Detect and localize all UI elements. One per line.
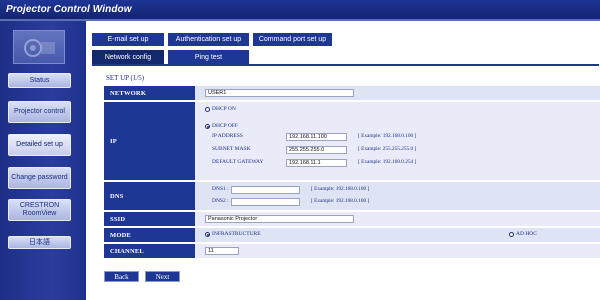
tab-label: E-mail set up: [107, 36, 149, 43]
adhoc-radio[interactable]: [509, 232, 514, 237]
sidebar-item-change-password[interactable]: Change password: [8, 167, 71, 189]
dhcp-off-label: DHCP OFF: [212, 123, 238, 129]
ip-row: IP DHCP ON DHCP OFF IP ADDRESS 192.168.1…: [104, 102, 600, 180]
setup-page-indicator: SET UP (1/5): [106, 74, 145, 82]
next-button-label: Next: [155, 272, 170, 281]
dns2-hint: [ Example: 192.168.0.100 ]: [311, 198, 370, 204]
sidebar-item-crestron-roomview[interactable]: CRESTRON RoomView: [8, 199, 71, 221]
ip-address-hint: [ Example: 192.168.0.100 ]: [358, 133, 417, 139]
dns2-input[interactable]: [231, 198, 300, 206]
infrastructure-label: INFRASTRUCTURE: [212, 231, 261, 237]
sidebar-item-label: Status: [29, 76, 50, 84]
back-button-label: Back: [114, 272, 129, 281]
ssid-label: SSID: [104, 212, 195, 226]
tab-authentication-set-up[interactable]: Authentication set up: [168, 33, 249, 46]
title-underline: [0, 19, 600, 21]
network-label: NETWORK: [104, 86, 195, 100]
channel-label: CHANNEL: [104, 244, 195, 258]
default-gateway-label: DEFAULT GATEWAY: [212, 159, 264, 165]
tab-label: Network config: [104, 53, 152, 61]
ssid-input[interactable]: Panasonic Projector: [205, 215, 354, 223]
next-button[interactable]: Next: [145, 271, 180, 282]
sidebar-item-label: Change password: [11, 174, 68, 181]
tab-email-set-up[interactable]: E-mail set up: [92, 33, 164, 46]
tab-label: Command port set up: [258, 36, 327, 43]
tab-ping-test[interactable]: Ping test: [168, 50, 249, 64]
sidebar-item-projector-control[interactable]: Projector control: [8, 101, 71, 123]
window-title: Projector Control Window: [6, 4, 132, 15]
dns1-input[interactable]: [231, 186, 300, 194]
sidebar-item-label: CRESTRON RoomView: [19, 202, 60, 217]
dhcp-off-radio[interactable]: [205, 124, 210, 129]
mode-row: MODE INFRASTRUCTURE AD HOC: [104, 228, 600, 242]
tab-network-config[interactable]: Network config: [92, 50, 164, 64]
sidebar-item-label: Detailed set up: [16, 141, 63, 148]
tab-underline: [92, 64, 599, 66]
sidebar-item-label: Projector control: [14, 108, 65, 115]
dns-row: DNS DNS1 : [ Example: 192.168.0.100 ] DN…: [104, 182, 600, 210]
dhcp-on-label: DHCP ON: [212, 106, 236, 112]
ip-label: IP: [104, 102, 195, 180]
channel-row: CHANNEL 11: [104, 244, 600, 258]
mode-label: MODE: [104, 228, 195, 242]
dhcp-on-radio[interactable]: [205, 107, 210, 112]
ip-address-label: IP ADDRESS: [212, 133, 243, 139]
network-row: NETWORK USER1: [104, 86, 600, 100]
dns2-label: DNS2 :: [212, 198, 229, 204]
projector-graphic-icon: [24, 39, 55, 57]
channel-input[interactable]: 11: [205, 247, 239, 255]
adhoc-label: AD HOC: [516, 231, 537, 237]
subnet-mask-input[interactable]: 255.255.255.0: [286, 146, 347, 154]
projector-logo-icon: [13, 30, 65, 64]
dns1-hint: [ Example: 192.168.0.100 ]: [311, 186, 370, 192]
tab-label: Authentication set up: [175, 36, 242, 43]
sidebar-item-japanese[interactable]: 日本語: [8, 236, 71, 249]
ip-address-input[interactable]: 192.168.11.100: [286, 133, 347, 141]
infrastructure-radio[interactable]: [205, 232, 210, 237]
default-gateway-hint: [ Example: 192.168.0.254 ]: [358, 159, 417, 165]
sidebar-item-status[interactable]: Status: [8, 73, 71, 88]
window-title-bar: Projector Control Window: [0, 0, 600, 19]
sidebar-item-label: 日本語: [29, 238, 50, 246]
subnet-mask-label: SUBNET MASK: [212, 146, 251, 152]
tab-command-port-set-up[interactable]: Command port set up: [253, 33, 332, 46]
network-input[interactable]: USER1: [205, 89, 354, 97]
subnet-mask-hint: [ Example: 255.255.255.0 ]: [358, 146, 417, 152]
back-button[interactable]: Back: [104, 271, 139, 282]
dns1-label: DNS1 :: [212, 186, 229, 192]
default-gateway-input[interactable]: 192.168.11.1: [286, 159, 347, 167]
sidebar-item-detailed-set-up[interactable]: Detailed set up: [8, 134, 71, 156]
sidebar: Status Projector control Detailed set up…: [0, 21, 86, 300]
tab-label: Ping test: [194, 53, 223, 61]
ssid-row: SSID Panasonic Projector: [104, 212, 600, 226]
dns-label: DNS: [104, 182, 195, 210]
